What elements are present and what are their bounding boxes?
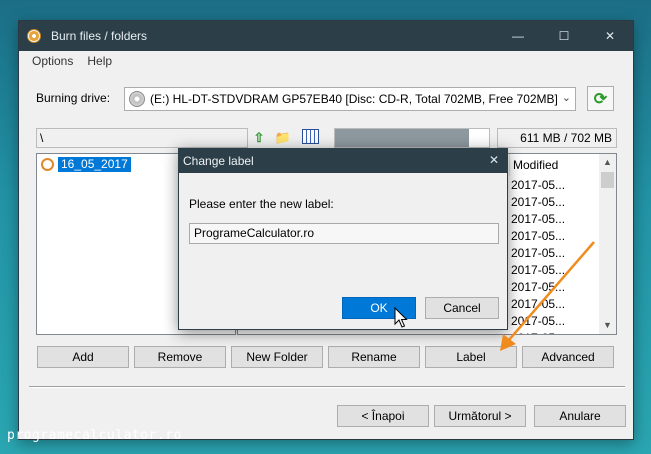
close-icon[interactable]: ✕ bbox=[587, 21, 633, 51]
change-label-dialog: Change label ✕ Please enter the new labe… bbox=[178, 148, 508, 330]
refresh-icon: ⟳ bbox=[593, 90, 608, 108]
table-row[interactable]: 2017-05... bbox=[511, 297, 565, 311]
minimize-icon[interactable]: — bbox=[495, 21, 541, 51]
disc-icon bbox=[129, 91, 145, 107]
column-header-modified[interactable]: Modified bbox=[509, 154, 601, 176]
window-controls: — ☐ ✕ bbox=[495, 21, 633, 51]
title-bar[interactable]: Burn files / folders — ☐ ✕ bbox=[19, 21, 633, 51]
menu-bar: Options Help bbox=[19, 51, 633, 71]
folder-up-icon[interactable]: ⇧ bbox=[250, 129, 268, 147]
table-row[interactable]: 2017-05... bbox=[511, 212, 565, 226]
disc-usage-fill bbox=[335, 129, 469, 147]
remove-button[interactable]: Remove bbox=[134, 346, 226, 368]
dialog-close-icon[interactable]: ✕ bbox=[489, 153, 499, 167]
maximize-icon[interactable]: ☐ bbox=[541, 21, 587, 51]
table-row[interactable]: 2017-05... bbox=[511, 263, 565, 277]
disc-usage-text: 611 MB / 702 MB bbox=[497, 128, 617, 148]
table-row[interactable]: 2017-05... bbox=[511, 331, 565, 334]
table-row[interactable]: 2017-05... bbox=[511, 178, 565, 192]
view-grid-icon[interactable] bbox=[302, 129, 319, 144]
dialog-cancel-button[interactable]: Cancel bbox=[425, 297, 499, 319]
disc-root-icon bbox=[41, 158, 54, 171]
separator bbox=[29, 386, 625, 388]
rename-button[interactable]: Rename bbox=[328, 346, 420, 368]
next-button[interactable]: Următorul > bbox=[434, 405, 526, 427]
tree-item[interactable]: 16_05_2017 bbox=[41, 157, 131, 172]
drive-label: Burning drive: bbox=[36, 91, 111, 105]
path-row: \ ⇧ 📁 611 MB / 702 MB bbox=[19, 128, 633, 148]
scroll-thumb[interactable] bbox=[601, 172, 614, 188]
drive-value: (E:) HL-DT-STDVDRAM GP57EB40 [Disc: CD-R… bbox=[150, 92, 558, 106]
dialog-title-bar[interactable]: Change label ✕ bbox=[179, 149, 507, 173]
add-button[interactable]: Add bbox=[37, 346, 129, 368]
chevron-down-icon[interactable]: ⌄ bbox=[562, 91, 571, 104]
new-folder-button[interactable]: New Folder bbox=[231, 346, 323, 368]
path-field[interactable]: \ bbox=[36, 128, 248, 148]
menu-options[interactable]: Options bbox=[25, 54, 80, 68]
mouse-cursor-icon bbox=[394, 307, 408, 328]
back-button[interactable]: < Înapoi bbox=[337, 405, 429, 427]
cancel-button[interactable]: Anulare bbox=[534, 405, 626, 427]
app-disc-icon bbox=[27, 29, 41, 43]
drive-select[interactable]: (E:) HL-DT-STDVDRAM GP57EB40 [Disc: CD-R… bbox=[124, 87, 576, 111]
table-row[interactable]: 2017-05... bbox=[511, 195, 565, 209]
disc-usage-bar bbox=[334, 128, 490, 148]
table-row[interactable]: 2017-05... bbox=[511, 229, 565, 243]
refresh-button[interactable]: ⟳ bbox=[587, 86, 614, 111]
advanced-button[interactable]: Advanced bbox=[522, 346, 614, 368]
label-button[interactable]: Label bbox=[425, 346, 517, 368]
table-row[interactable]: 2017-05... bbox=[511, 280, 565, 294]
menu-help[interactable]: Help bbox=[80, 54, 119, 68]
scroll-up-icon[interactable]: ▲ bbox=[599, 154, 616, 171]
dialog-prompt: Please enter the new label: bbox=[189, 197, 334, 211]
open-folder-icon[interactable]: 📁 bbox=[274, 129, 292, 147]
label-input[interactable]: ProgrameCalculator.ro bbox=[189, 223, 499, 244]
table-row[interactable]: 2017-05... bbox=[511, 246, 565, 260]
table-row[interactable]: 2017-05... bbox=[511, 314, 565, 328]
scroll-down-icon[interactable]: ▼ bbox=[599, 317, 616, 334]
drive-row: Burning drive: (E:) HL-DT-STDVDRAM GP57E… bbox=[19, 86, 633, 113]
watermark-text: programecalculator.ro bbox=[7, 428, 182, 443]
tree-item-label: 16_05_2017 bbox=[58, 157, 131, 172]
window-title: Burn files / folders bbox=[51, 29, 148, 43]
vertical-scrollbar[interactable]: ▲ ▼ bbox=[599, 154, 616, 334]
dialog-title: Change label bbox=[183, 154, 254, 168]
